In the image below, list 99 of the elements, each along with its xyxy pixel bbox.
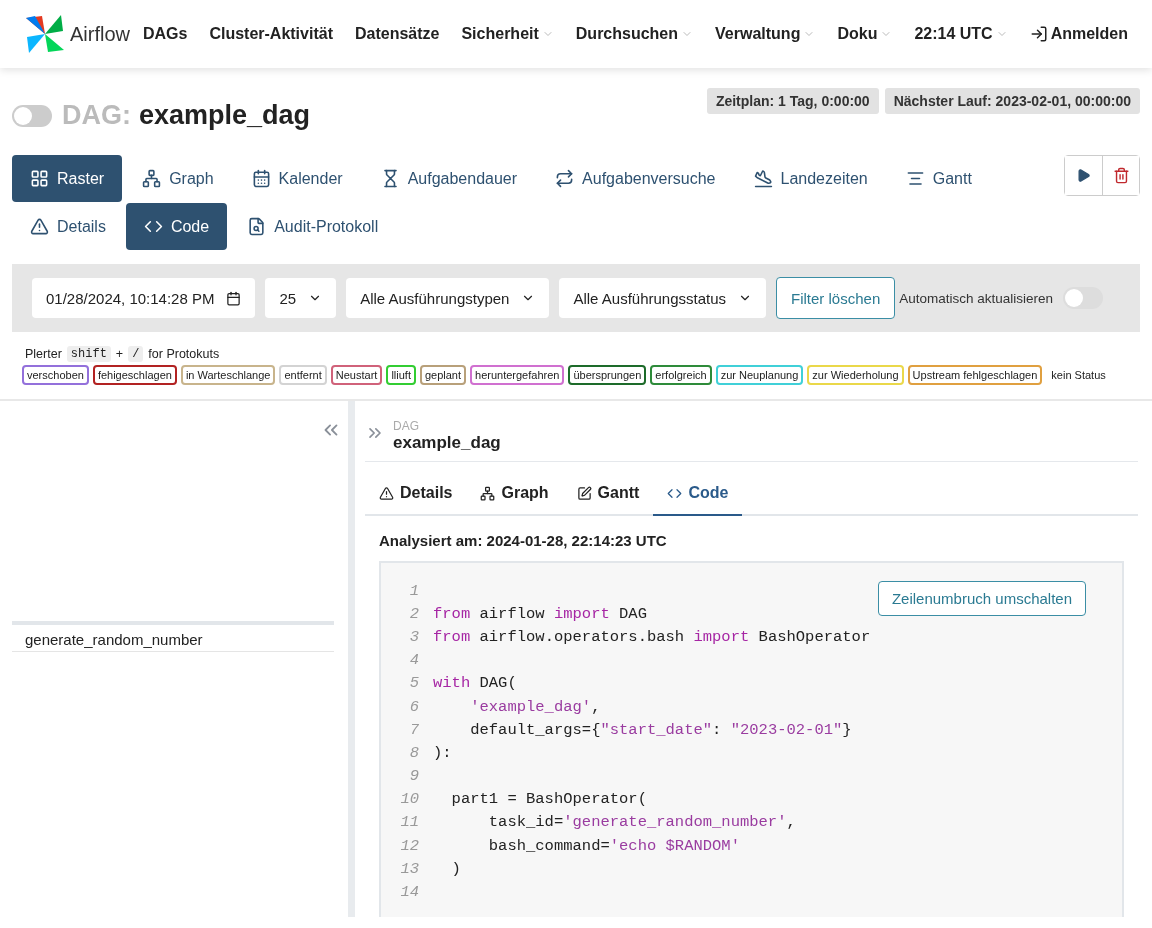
- gantt-icon: [905, 169, 925, 188]
- state-legend-tag[interactable]: in Warteschlange: [180, 365, 276, 385]
- state-legend-tag[interactable]: entfernt: [279, 365, 327, 385]
- state-legend-tag[interactable]: kein Status: [1046, 365, 1111, 385]
- calendar-icon: [226, 290, 242, 306]
- state-legend-tag[interactable]: zur Neuplanung: [715, 365, 804, 385]
- hint-text: Plerter: [25, 347, 62, 361]
- state-legend-tag[interactable]: übersprungen: [568, 365, 647, 385]
- brand-name: Airflow: [70, 22, 130, 46]
- state-legend-tag[interactable]: lliuft: [386, 365, 416, 385]
- line-number: 8: [408, 743, 420, 762]
- hint-text: +: [115, 347, 124, 361]
- view-tab[interactable]: Aufgabendauer: [362, 155, 536, 202]
- line-number: 7: [408, 720, 420, 739]
- plane-landing-icon: [753, 169, 773, 188]
- state-legend-tag[interactable]: erfolgreich: [650, 365, 712, 385]
- nav-link[interactable]: Cluster-Aktivität: [209, 25, 333, 43]
- warning-icon: [30, 217, 49, 236]
- line-number: 5: [408, 674, 420, 693]
- document-search-icon: [247, 217, 267, 236]
- calendar-icon: [251, 169, 271, 188]
- code-line: bash_command='echo $RANDOM': [487, 836, 740, 855]
- state-legend-tag[interactable]: verschoben: [22, 365, 89, 385]
- nav-link[interactable]: Datensätze: [354, 25, 440, 43]
- graph-icon: [480, 485, 496, 501]
- nav-link[interactable]: Doku: [837, 25, 893, 43]
- view-tab[interactable]: Kalender: [233, 155, 361, 202]
- login-icon: [1029, 25, 1048, 43]
- detail-tab[interactable]: Graph: [466, 470, 563, 516]
- code-line: ): [450, 859, 461, 878]
- line-number: 2: [408, 604, 420, 623]
- line-number: 13: [399, 859, 420, 878]
- warning-icon: [379, 485, 394, 501]
- view-tab[interactable]: Landezeiten: [735, 155, 886, 202]
- grid-icon: [30, 169, 49, 188]
- view-tab[interactable]: Audit-Protokoll: [229, 203, 397, 250]
- line-number: 4: [408, 651, 420, 670]
- line-number: 9: [408, 767, 420, 786]
- count-select[interactable]: 25: [265, 278, 337, 318]
- login-link[interactable]: Anmelden: [1029, 25, 1128, 43]
- view-tab[interactable]: Raster: [12, 155, 123, 202]
- repeat-icon: [555, 169, 575, 188]
- pause-toggle[interactable]: [12, 104, 52, 127]
- view-tab[interactable]: Gantt: [887, 155, 990, 202]
- line-number: 14: [399, 883, 420, 902]
- view-tab[interactable]: Code: [125, 203, 228, 250]
- code-line: default_args={"start_date": "2023-02-01"}: [469, 720, 852, 739]
- detail-tab[interactable]: Code: [653, 470, 743, 516]
- state-legend-tag[interactable]: Neustart: [330, 365, 383, 385]
- line-number: 1: [408, 581, 420, 600]
- dag-name: example_dag: [393, 433, 501, 453]
- task-row[interactable]: generate_random_number: [12, 621, 334, 652]
- delete-button[interactable]: [1102, 156, 1139, 195]
- detail-tab[interactable]: Details: [365, 470, 467, 516]
- line-number: 6: [408, 697, 420, 716]
- schedule-badge: Nächster Lauf: 2023-02-01, 00:00:00: [884, 88, 1140, 114]
- code-line: ):: [433, 743, 452, 762]
- nav-link[interactable]: DAGs: [142, 25, 188, 43]
- run-state-select[interactable]: Alle Ausführungsstatus: [559, 278, 767, 318]
- dag-title: DAG: example_dag: [62, 100, 311, 131]
- detail-tab[interactable]: Gantt: [562, 470, 654, 516]
- view-tab[interactable]: Details: [12, 203, 124, 250]
- code-line: part1 = BashOperator(: [450, 790, 647, 809]
- nav-link[interactable]: Durchsuchen: [575, 25, 694, 43]
- graph-icon: [142, 169, 162, 188]
- state-legend-tag[interactable]: Upstream fehlgeschlagen: [907, 365, 1043, 385]
- hint-text: for Protokuts: [148, 347, 220, 361]
- line-number: 12: [399, 836, 420, 855]
- wrap-toggle-button[interactable]: Zeilenumbruch umschalten: [877, 581, 1086, 616]
- auto-refresh-toggle[interactable]: [1063, 287, 1104, 309]
- code-line: 'example_dag',: [469, 697, 601, 716]
- run-type-select[interactable]: Alle Ausführungstypen: [346, 278, 550, 318]
- shortcut-key: shift: [66, 346, 111, 362]
- state-legend-tag[interactable]: zur Wiederholung: [807, 365, 904, 385]
- parsed-timestamp: Analysiert am: 2024-01-28, 22:14:23 UTC: [378, 531, 668, 551]
- dag-caption: DAG: [393, 419, 420, 433]
- line-number: 10: [399, 790, 420, 809]
- trash-icon: [1112, 167, 1130, 184]
- date-field[interactable]: 01/28/2024, 10:14:28 PM: [32, 278, 256, 318]
- state-legend-tag[interactable]: heruntergefahren: [470, 365, 565, 385]
- schedule-badge: Zeitplan: 1 Tag, 0:00:00: [706, 88, 879, 114]
- code-line: with DAG(: [433, 674, 517, 693]
- view-tab[interactable]: Graph: [124, 155, 232, 202]
- line-number: 11: [399, 813, 420, 832]
- code-line: from airflow import DAG: [433, 604, 647, 623]
- nav-link[interactable]: Verwaltung: [715, 25, 816, 43]
- nav-link[interactable]: 22:14 UTC: [914, 25, 1008, 43]
- code-line: task_id='generate_random_number',: [487, 813, 796, 832]
- view-tab[interactable]: Aufgabenversuche: [537, 155, 734, 202]
- shortcut-key: /: [128, 346, 144, 362]
- clear-filter-button[interactable]: Filter löschen: [776, 277, 896, 319]
- auto-refresh-label: Automatisch aktualisieren: [899, 290, 1054, 306]
- code-line: from airflow.operators.bash import BashOperator: [433, 627, 871, 646]
- line-number: 3: [408, 627, 420, 646]
- state-legend-tag[interactable]: fehigeschlagen: [92, 365, 177, 385]
- pinwheel-logo-icon: [24, 13, 66, 55]
- nav-link[interactable]: Sicherheit: [461, 25, 554, 43]
- play-icon: [1076, 168, 1091, 183]
- state-legend-tag[interactable]: geplant: [419, 365, 467, 385]
